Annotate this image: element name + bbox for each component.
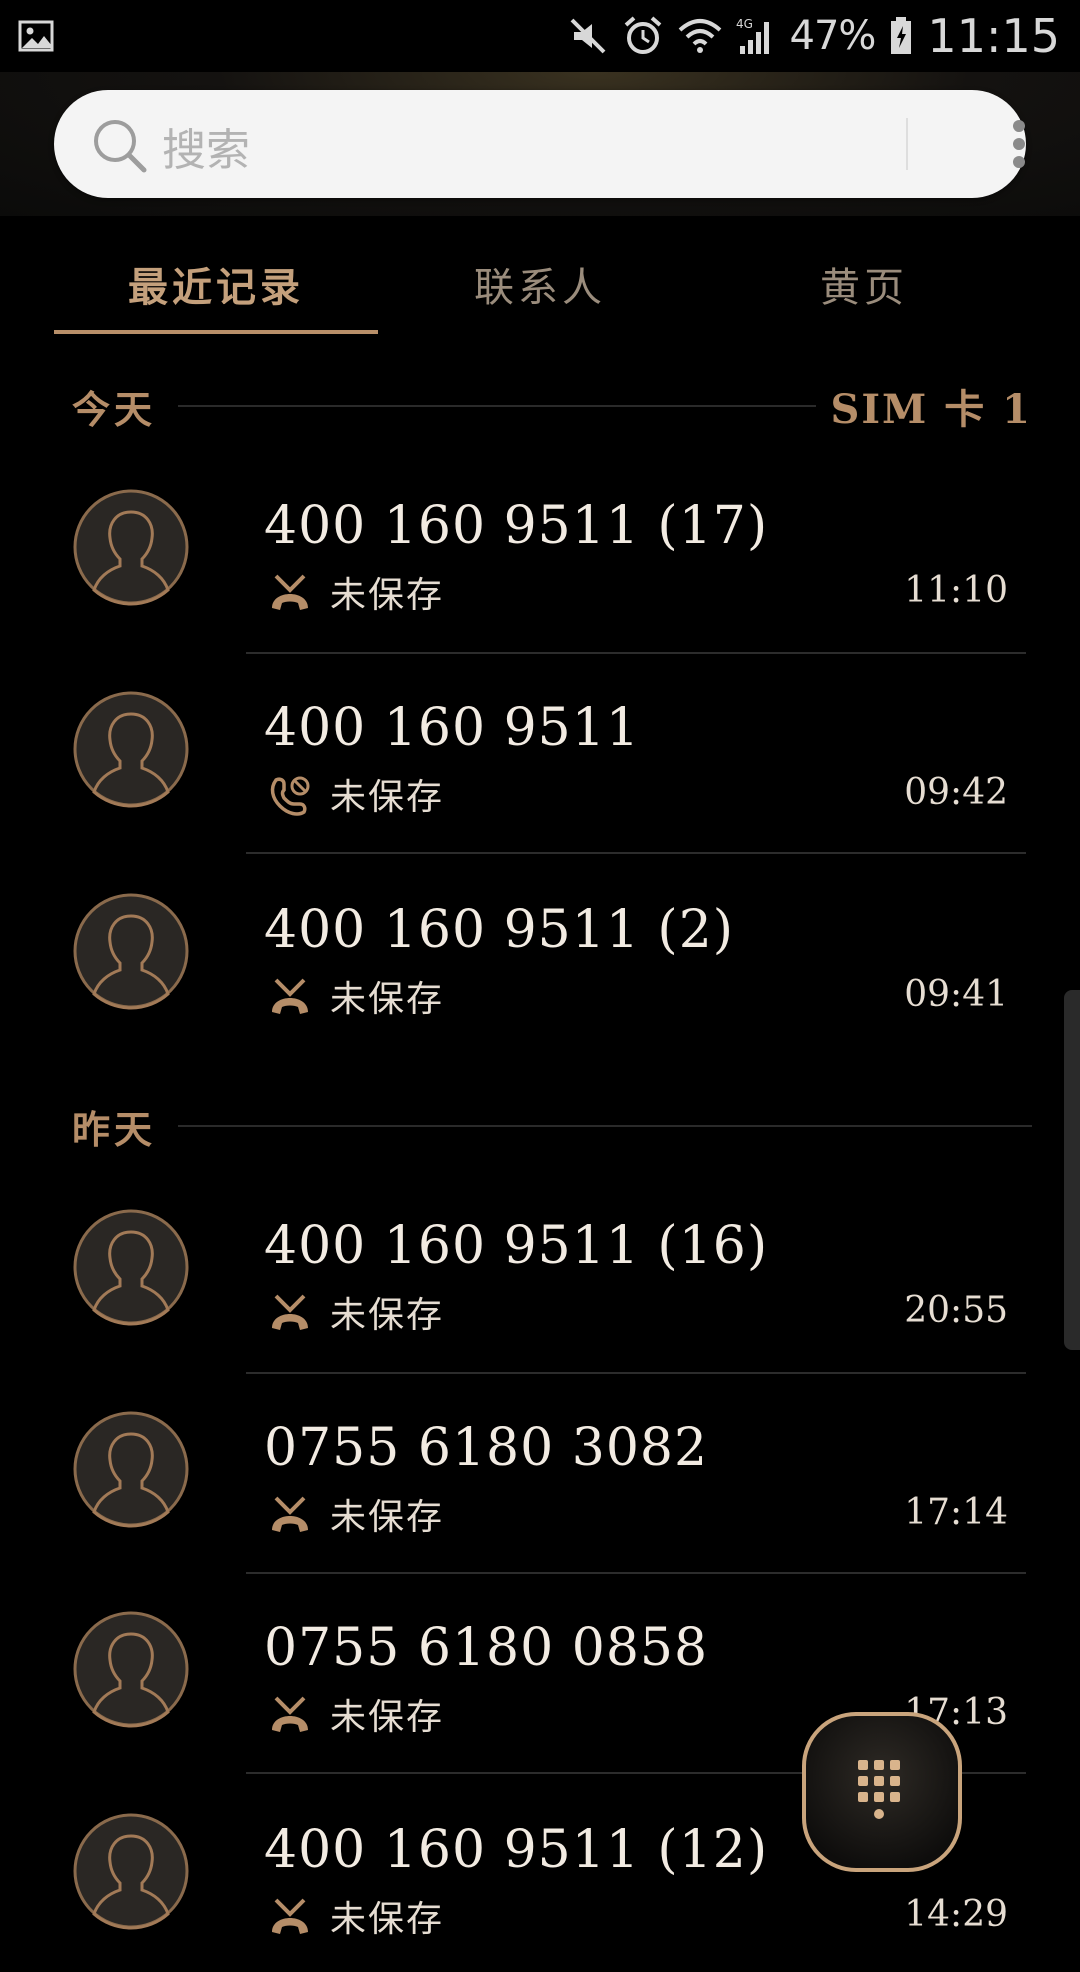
search-placeholder[interactable]: 搜索: [162, 114, 250, 178]
contact-avatar-icon[interactable]: [72, 690, 190, 808]
mute-icon: [570, 18, 605, 54]
call-time: 09:41: [904, 974, 1008, 1015]
contact-status: 未保存: [330, 777, 445, 818]
call-log-row[interactable]: 400 160 9511 未保存 09:42: [0, 650, 1080, 850]
contact-avatar-icon[interactable]: [72, 1410, 190, 1528]
dialpad-button[interactable]: [800, 1710, 964, 1874]
contact-status: 未保存: [330, 1497, 445, 1538]
contact-status: 未保存: [330, 1697, 445, 1738]
wifi-icon: [678, 19, 721, 53]
blocked-call-icon: [270, 776, 310, 816]
section-header-yesterday: 昨天: [72, 1096, 1032, 1156]
signal-icon: 4G: [736, 17, 769, 54]
search-icon: [94, 120, 147, 173]
phone-number: 400 160 9511 (17): [264, 496, 769, 556]
call-time: 11:10: [904, 570, 1008, 611]
status-clock: 11:15: [927, 9, 1060, 63]
rejected-call-icon: [272, 1294, 308, 1330]
contact-avatar-icon[interactable]: [72, 1610, 190, 1728]
battery-percent: 47%: [789, 13, 877, 59]
tab-yellow-pages[interactable]: 黄页: [702, 232, 1026, 336]
tab-recents[interactable]: 最近记录: [54, 232, 378, 336]
status-bar: 4G 47% 11:15: [0, 0, 1080, 72]
call-time: 09:42: [904, 772, 1008, 813]
phone-number: 400 160 9511 (2): [264, 900, 735, 960]
call-time: 17:14: [904, 1492, 1008, 1533]
contact-status: 未保存: [330, 575, 445, 616]
active-tab-indicator: [54, 330, 378, 334]
search-divider: [906, 118, 908, 170]
call-log-row[interactable]: 400 160 9511 (17) 未保存 11:10: [0, 448, 1080, 648]
rejected-call-icon: [272, 978, 308, 1014]
section-divider: [178, 405, 817, 407]
section-title: 昨天: [72, 1106, 157, 1152]
call-time: 20:55: [904, 1290, 1008, 1331]
battery-charging-icon: [891, 17, 912, 54]
phone-number: 400 160 9511 (16): [264, 1216, 769, 1276]
phone-number: 0755 6180 0858: [264, 1618, 709, 1678]
svg-text:4G: 4G: [736, 17, 753, 31]
contact-status: 未保存: [330, 979, 445, 1020]
search-bar[interactable]: 搜索: [54, 90, 1026, 198]
tab-bar: 最近记录 联系人 黄页: [54, 232, 1026, 336]
phone-number: 400 160 9511: [264, 698, 640, 758]
call-log-row[interactable]: 400 160 9511 (16) 未保存 20:55: [0, 1168, 1080, 1368]
call-log-row[interactable]: 400 160 9511 (2) 未保存 09:41: [0, 852, 1080, 1052]
call-time: 14:29: [904, 1894, 1008, 1935]
contact-avatar-icon[interactable]: [72, 1812, 190, 1930]
contact-avatar-icon[interactable]: [72, 488, 190, 606]
contact-avatar-icon[interactable]: [72, 892, 190, 1010]
rejected-call-icon: [272, 1496, 308, 1532]
gallery-icon: [18, 20, 54, 52]
section-divider: [178, 1125, 1032, 1127]
alarm-icon: [624, 16, 661, 54]
contact-status: 未保存: [330, 1295, 445, 1336]
sim-label: SIM 卡 1: [830, 386, 1032, 433]
scroll-handle[interactable]: [1064, 990, 1080, 1350]
section-header-today: 今天 SIM 卡 1: [72, 376, 1032, 436]
contact-status: 未保存: [330, 1899, 445, 1940]
contact-avatar-icon[interactable]: [72, 1208, 190, 1326]
tab-contacts[interactable]: 联系人: [378, 232, 702, 336]
phone-number: 400 160 9511 (12): [264, 1820, 769, 1880]
rejected-call-icon: [272, 1696, 308, 1732]
rejected-call-icon: [272, 574, 308, 610]
rejected-call-icon: [272, 1898, 308, 1934]
more-options-icon[interactable]: [994, 114, 1044, 174]
section-title: 今天: [72, 386, 157, 432]
phone-number: 0755 6180 3082: [264, 1418, 709, 1478]
call-log-row[interactable]: 0755 6180 3082 未保存 17:14: [0, 1370, 1080, 1570]
